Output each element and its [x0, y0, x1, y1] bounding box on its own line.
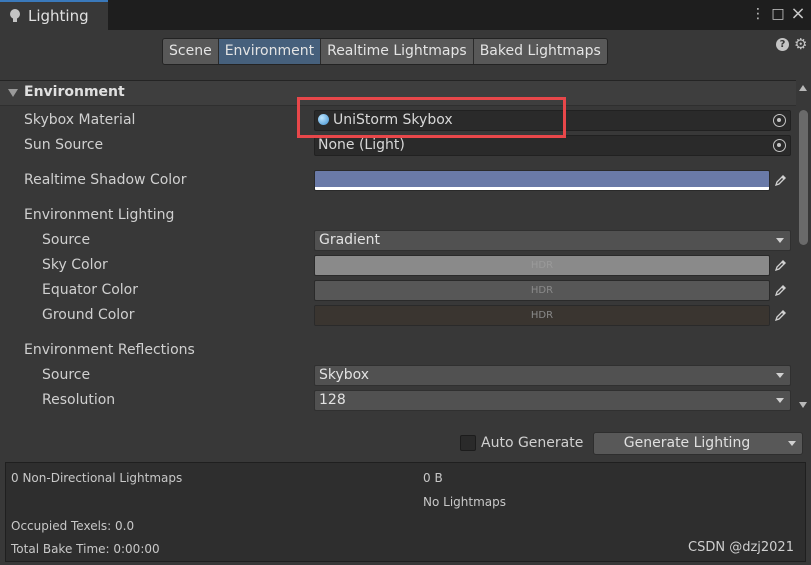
environment-lighting-label: Environment Lighting	[24, 207, 175, 223]
occupied-texels: Occupied Texels: 0.0	[11, 519, 135, 533]
tab-baked-lightmaps[interactable]: Baked Lightmaps	[473, 39, 607, 64]
skybox-material-field[interactable]: UniStorm Skybox	[314, 110, 791, 131]
tab-realtime-lightmaps[interactable]: Realtime Lightmaps	[321, 39, 474, 64]
tab-environment[interactable]: Environment	[218, 39, 322, 64]
lightmaps-count: 0 Non-Directional Lightmaps	[11, 471, 183, 485]
generate-lighting-label: Generate Lighting	[623, 435, 751, 451]
eyedropper-icon[interactable]	[771, 170, 791, 191]
chevron-down-icon	[776, 373, 784, 378]
no-lightmaps-text: No Lightmaps	[423, 495, 506, 509]
eyedropper-icon[interactable]	[771, 255, 791, 276]
alpha-bar	[315, 187, 769, 190]
object-picker-icon[interactable]	[773, 114, 786, 127]
kebab-menu-icon[interactable]: ⋮	[749, 5, 767, 23]
resolution-label: Resolution	[42, 392, 116, 408]
equator-color-label: Equator Color	[42, 282, 138, 298]
hdr-badge: HDR	[530, 260, 554, 271]
bake-stats-panel: 0 Non-Directional Lightmaps 0 B No Light…	[5, 462, 806, 562]
window-tab-title: Lighting	[28, 7, 89, 25]
scrollbar-thumb[interactable]	[799, 110, 808, 245]
lightbulb-icon	[10, 9, 20, 23]
resolution-value: 128	[319, 392, 346, 408]
lighting-source-label: Source	[42, 232, 91, 248]
hdr-badge: HDR	[530, 310, 554, 321]
realtime-shadow-color-label: Realtime Shadow Color	[24, 172, 187, 188]
chevron-down-icon[interactable]	[788, 441, 796, 446]
help-icon[interactable]: ?	[776, 38, 789, 51]
lighting-source-dropdown[interactable]: Gradient	[314, 230, 791, 251]
sky-color-label: Sky Color	[42, 257, 108, 273]
auto-generate-label[interactable]: Auto Generate	[481, 435, 583, 451]
resolution-dropdown[interactable]: 128	[314, 390, 791, 411]
hdr-badge: HDR	[530, 285, 554, 296]
environment-reflections-label: Environment Reflections	[24, 342, 195, 358]
chevron-down-icon	[776, 398, 784, 403]
skybox-material-label: Skybox Material	[24, 112, 136, 128]
chevron-down-icon	[776, 238, 784, 243]
lightmaps-size: 0 B	[423, 471, 443, 485]
material-sphere-icon	[318, 114, 329, 125]
scroll-up-arrow-icon[interactable]	[799, 85, 807, 91]
lighting-source-value: Gradient	[319, 232, 380, 248]
maximize-icon[interactable]: □	[769, 5, 787, 23]
generate-lighting-button[interactable]: Generate Lighting	[593, 432, 803, 455]
eyedropper-icon[interactable]	[771, 280, 791, 301]
tab-scene[interactable]: Scene	[163, 39, 219, 64]
gear-icon[interactable]: ⚙	[794, 36, 807, 52]
reflection-source-dropdown[interactable]: Skybox	[314, 365, 791, 386]
sky-color-swatch[interactable]: HDR	[314, 255, 770, 276]
reflection-source-label: Source	[42, 367, 91, 383]
watermark-text: CSDN @dzj2021	[688, 540, 794, 555]
sun-source-value: None (Light)	[318, 137, 405, 153]
reflection-source-value: Skybox	[319, 367, 370, 383]
lighting-window-tab[interactable]: Lighting	[0, 0, 108, 30]
object-picker-icon[interactable]	[773, 139, 786, 152]
sun-source-label: Sun Source	[24, 137, 104, 153]
equator-color-swatch[interactable]: HDR	[314, 280, 770, 301]
sun-source-field[interactable]: None (Light)	[314, 135, 791, 156]
auto-generate-checkbox[interactable]	[460, 435, 476, 451]
window-titlebar: Lighting ⋮ □ ×	[0, 0, 811, 30]
close-icon[interactable]: ×	[789, 5, 807, 23]
foldout-arrow-icon[interactable]	[8, 89, 18, 97]
ground-color-swatch[interactable]: HDR	[314, 305, 770, 326]
total-bake-time: Total Bake Time: 0:00:00	[11, 542, 160, 556]
section-title: Environment	[24, 84, 125, 100]
scroll-down-arrow-icon[interactable]	[799, 402, 807, 408]
eyedropper-icon[interactable]	[771, 305, 791, 326]
lighting-tab-bar: Scene Environment Realtime Lightmaps Bak…	[162, 38, 608, 65]
ground-color-label: Ground Color	[42, 307, 135, 323]
skybox-material-value: UniStorm Skybox	[333, 112, 453, 128]
environment-section-header[interactable]: Environment	[0, 80, 796, 106]
realtime-shadow-color-swatch[interactable]	[314, 170, 770, 191]
